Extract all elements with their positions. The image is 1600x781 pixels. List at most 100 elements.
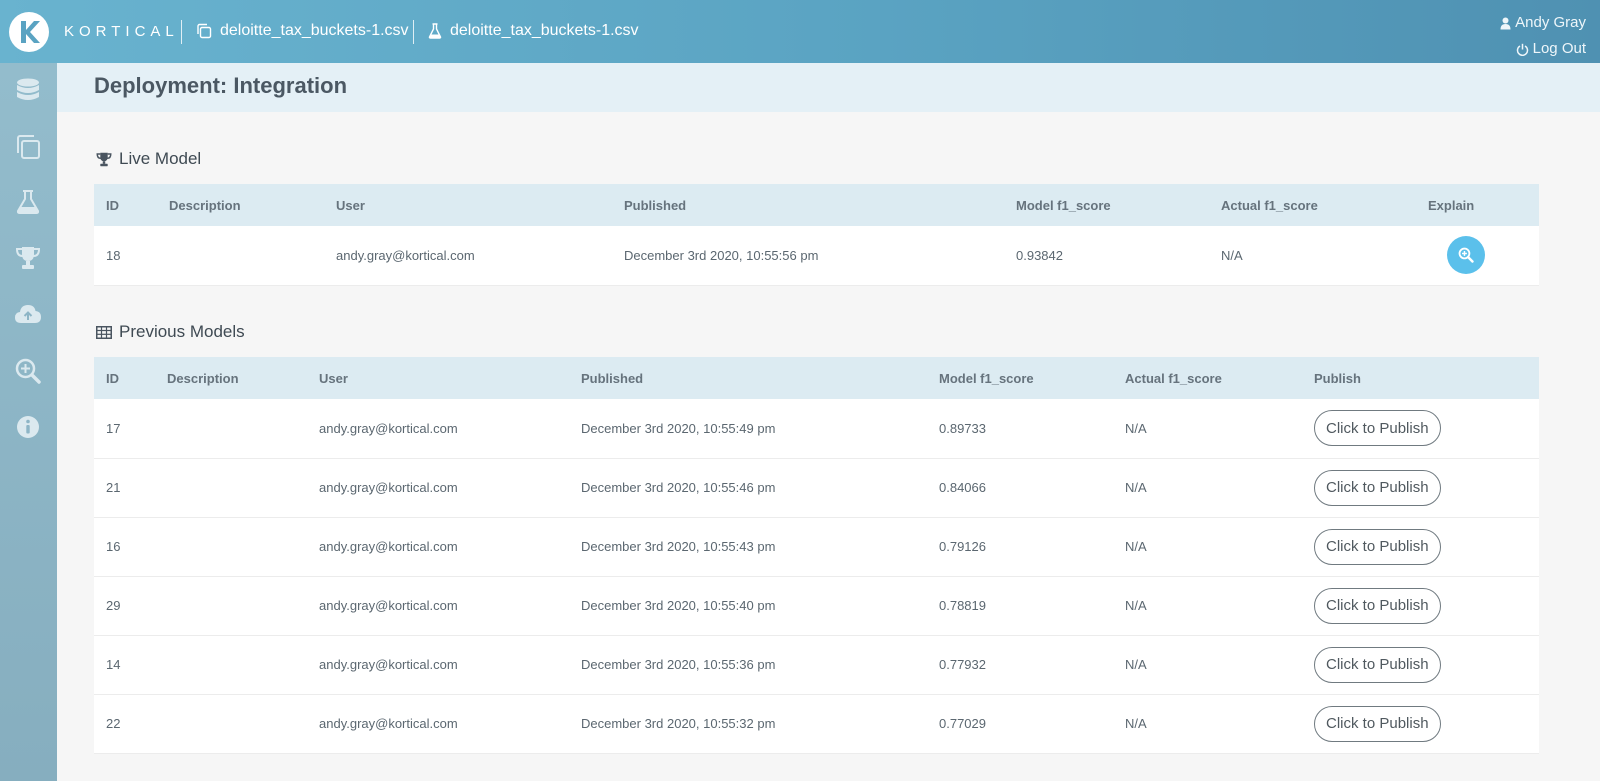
cell-model-f1: 0.79126	[939, 539, 986, 554]
user-area: Andy Gray Log Out	[1500, 10, 1586, 62]
copy-icon	[17, 135, 40, 159]
cell-published: December 3rd 2020, 10:55:49 pm	[581, 420, 776, 436]
info-icon	[17, 416, 39, 438]
column-header-actual-f1: Actual f1_score	[1221, 197, 1318, 213]
column-header-published: Published	[624, 197, 687, 213]
sidebar-item-datasets[interactable]	[14, 133, 42, 161]
cell-actual-f1: N/A	[1125, 716, 1147, 731]
sidebar-item-data[interactable]	[14, 77, 42, 105]
header-separator	[413, 20, 414, 44]
cell-user: andy.gray@kortical.com	[319, 480, 458, 495]
cell-published: December 3rd 2020, 10:55:36 pm	[581, 657, 776, 672]
cell-published: December 3rd 2020, 10:55:43 pm	[581, 539, 776, 554]
cell-publish: Click to Publish	[1302, 458, 1539, 517]
live-model-table: ID Description User Published Model f1_s…	[94, 184, 1539, 286]
column-header-published: Published	[581, 370, 644, 386]
cell-description	[157, 226, 324, 285]
cell-description	[155, 635, 307, 694]
publish-button[interactable]: Click to Publish	[1314, 646, 1441, 683]
sidebar-item-deployments[interactable]	[14, 300, 42, 328]
user-name: Andy Gray	[1515, 14, 1586, 31]
cell-id: 14	[106, 657, 121, 672]
cell-description	[155, 576, 307, 635]
kortical-logo-icon	[21, 21, 40, 43]
cell-publish: Click to Publish	[1302, 399, 1539, 458]
cell-user: andy.gray@kortical.com	[319, 657, 458, 672]
sidebar	[0, 63, 57, 781]
column-header-model-f1: Model f1_score	[1016, 197, 1111, 213]
cell-model-f1: 0.84066	[939, 480, 986, 495]
cell-actual-f1: N/A	[1221, 247, 1243, 263]
cell-model-f1: 0.78819	[939, 598, 986, 613]
user-icon	[1500, 17, 1511, 29]
cell-description	[155, 458, 307, 517]
cell-id: 17	[106, 420, 121, 436]
table-icon	[96, 325, 112, 339]
sidebar-item-explain[interactable]	[14, 357, 42, 385]
publish-button[interactable]: Click to Publish	[1314, 410, 1441, 447]
cell-user: andy.gray@kortical.com	[319, 420, 458, 436]
table-header-row: ID Description User Published Model f1_s…	[94, 357, 1539, 399]
cell-model-f1: 0.93842	[1016, 247, 1063, 263]
zoom-in-icon	[1458, 247, 1474, 263]
live-model-title-label: Live Model	[119, 149, 202, 168]
trophy-icon	[15, 247, 41, 269]
table-row: 29 andy.gray@kortical.com December 3rd 2…	[94, 576, 1539, 635]
publish-button[interactable]: Click to Publish	[1314, 469, 1441, 506]
column-header-user: User	[319, 370, 348, 386]
cell-user: andy.gray@kortical.com	[336, 247, 475, 263]
cell-id: 22	[106, 716, 121, 731]
sidebar-item-experiments[interactable]	[14, 188, 42, 216]
database-icon	[17, 78, 39, 100]
live-model-title: Live Model	[96, 149, 201, 169]
logout-label: Log Out	[1532, 40, 1586, 57]
cell-actual-f1: N/A	[1125, 598, 1147, 613]
previous-models-title-label: Previous Models	[119, 322, 245, 341]
publish-button[interactable]: Click to Publish	[1314, 587, 1441, 624]
cell-explain	[1416, 226, 1539, 285]
cell-model-f1: 0.89733	[939, 420, 986, 436]
sidebar-item-info[interactable]	[14, 413, 42, 441]
cell-actual-f1: N/A	[1125, 480, 1147, 495]
logout-link[interactable]: Log Out	[1500, 36, 1586, 62]
cell-id: 29	[106, 598, 121, 613]
kortical-logo[interactable]	[9, 12, 49, 52]
cell-user: andy.gray@kortical.com	[319, 539, 458, 554]
cell-description	[155, 694, 307, 753]
column-header-id: ID	[106, 197, 119, 213]
publish-button[interactable]: Click to Publish	[1314, 705, 1441, 742]
table-row: 22 andy.gray@kortical.com December 3rd 2…	[94, 694, 1539, 753]
sidebar-item-leaderboard[interactable]	[14, 244, 42, 272]
breadcrumb-experiment-label: deloitte_tax_buckets-1.csv	[450, 22, 639, 39]
breadcrumb-dataset[interactable]: deloitte_tax_buckets-1.csv	[196, 22, 409, 40]
flask-icon	[428, 23, 442, 39]
cell-model-f1: 0.77029	[939, 716, 986, 731]
top-bar: KORTICAL deloitte_tax_buckets-1.csv delo…	[0, 0, 1600, 63]
cell-publish: Click to Publish	[1302, 517, 1539, 576]
cell-id: 18	[106, 247, 121, 263]
cell-published: December 3rd 2020, 10:55:32 pm	[581, 716, 776, 731]
cell-id: 16	[106, 539, 121, 554]
copy-icon	[197, 23, 212, 39]
cell-actual-f1: N/A	[1125, 657, 1147, 672]
power-icon	[1516, 43, 1528, 56]
column-header-explain: Explain	[1428, 197, 1475, 213]
explain-button[interactable]	[1447, 236, 1485, 275]
user-menu[interactable]: Andy Gray	[1500, 10, 1586, 36]
flask-icon	[16, 190, 40, 214]
table-row: 17 andy.gray@kortical.com December 3rd 2…	[94, 399, 1539, 458]
zoom-in-icon	[15, 358, 41, 384]
previous-models-table: ID Description User Published Model f1_s…	[94, 357, 1539, 754]
column-header-description: Description	[169, 197, 241, 213]
cell-published: December 3rd 2020, 10:55:46 pm	[581, 480, 776, 495]
brand-name: KORTICAL	[64, 23, 179, 40]
cell-publish: Click to Publish	[1302, 576, 1539, 635]
publish-button[interactable]: Click to Publish	[1314, 528, 1441, 565]
table-header-row: ID Description User Published Model f1_s…	[94, 184, 1539, 226]
cell-user: andy.gray@kortical.com	[319, 598, 458, 613]
page-header: Deployment: Integration	[57, 63, 1600, 112]
column-header-model-f1: Model f1_score	[939, 370, 1034, 386]
table-row: 21 andy.gray@kortical.com December 3rd 2…	[94, 458, 1539, 517]
cloud-upload-icon	[15, 305, 41, 323]
breadcrumb-experiment[interactable]: deloitte_tax_buckets-1.csv	[428, 22, 639, 40]
